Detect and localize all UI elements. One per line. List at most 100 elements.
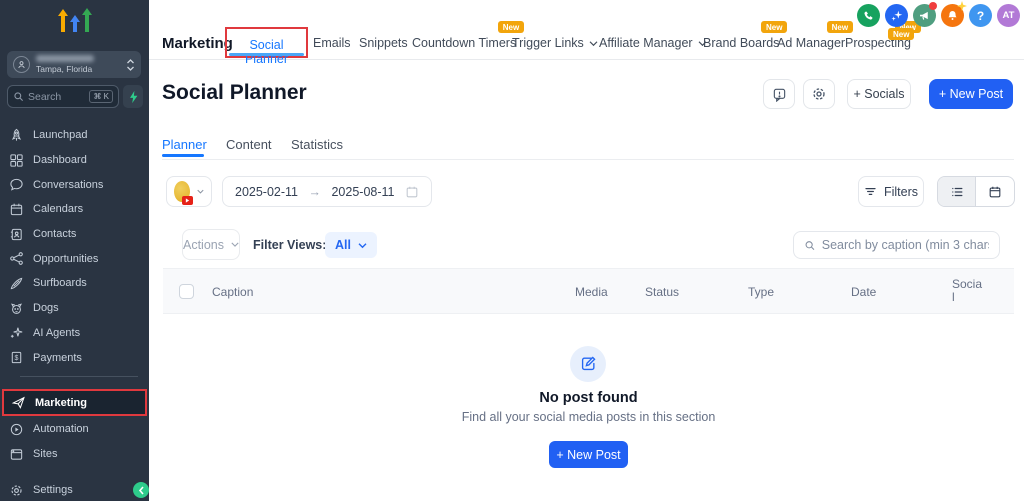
paper-plane-icon xyxy=(11,395,26,410)
location-avatar-icon xyxy=(13,56,30,73)
sparkle-icon xyxy=(9,325,24,340)
column-status: Status xyxy=(645,285,679,299)
megaphone-icon xyxy=(918,9,931,22)
calendar-view-button[interactable] xyxy=(976,177,1014,206)
sidebar-item-settings[interactable]: Settings xyxy=(0,478,149,502)
sidebar-nav: Launchpad Dashboard Conversations Calend… xyxy=(0,123,149,370)
search-icon xyxy=(13,91,24,102)
notifications-button[interactable] xyxy=(941,4,964,27)
account-name-masked xyxy=(36,55,94,62)
sidebar-item-ai-agents[interactable]: AI Agents xyxy=(0,321,149,346)
sidebar-search-input[interactable]: Search ⌘ K xyxy=(7,85,119,108)
list-view-button[interactable] xyxy=(938,177,976,206)
account-selector[interactable]: Tampa, Florida xyxy=(7,51,141,78)
star-badge-icon xyxy=(957,1,967,11)
help-button[interactable]: ? xyxy=(969,4,992,27)
settings-button[interactable] xyxy=(803,79,835,109)
nav-tab-affiliate-manager[interactable]: Affiliate Manager xyxy=(599,36,707,50)
surfboard-icon xyxy=(9,276,24,291)
tab-planner[interactable]: Planner xyxy=(162,137,207,152)
chevron-down-icon xyxy=(358,242,367,249)
nav-tab-countdown-timers[interactable]: Countdown Timers New xyxy=(412,36,516,50)
sidebar-item-sites[interactable]: Sites xyxy=(0,442,149,466)
nav-tab-social-planner-highlight[interactable]: Social Planner xyxy=(225,27,308,58)
chevron-updown-icon xyxy=(126,59,135,71)
list-icon xyxy=(950,185,964,199)
nav-tab-trigger-links[interactable]: Trigger Links xyxy=(512,36,598,50)
sidebar-item-dogs[interactable]: Dogs xyxy=(0,296,149,321)
filter-views-label: Filter Views: xyxy=(253,238,326,252)
search-icon xyxy=(804,239,816,252)
feedback-icon xyxy=(772,87,787,102)
sidebar-item-contacts[interactable]: Contacts xyxy=(0,222,149,247)
tab-statistics[interactable]: Statistics xyxy=(291,137,343,152)
search-shortcut-kbd: ⌘ K xyxy=(89,90,113,103)
sidebar-item-calendars[interactable]: Calendars xyxy=(0,197,149,222)
chevron-left-icon xyxy=(138,486,145,495)
section-title: Marketing xyxy=(162,35,233,52)
calendar-icon xyxy=(405,185,419,199)
ai-assistant-button[interactable]: New xyxy=(885,4,908,27)
nav-tab-social-planner[interactable]: Social Planner xyxy=(227,38,306,66)
sidebar-divider xyxy=(20,376,138,377)
active-tab-underline xyxy=(229,53,304,56)
quick-actions-bolt-button[interactable] xyxy=(123,85,143,108)
sidebar-collapse-button[interactable] xyxy=(133,482,149,498)
date-range-picker[interactable]: 2025-02-11 → 2025-08-11 xyxy=(222,176,432,207)
column-media: Media xyxy=(575,285,608,299)
nav-tab-emails[interactable]: Emails xyxy=(313,36,351,50)
opportunities-icon xyxy=(9,251,24,266)
launchpad-icon xyxy=(9,128,24,143)
caption-search-input[interactable] xyxy=(822,238,989,252)
sidebar-item-automation[interactable]: Automation xyxy=(0,417,149,441)
nav-tab-brand-boards[interactable]: Brand Boards New xyxy=(703,36,779,50)
new-post-button[interactable]: + New Post xyxy=(929,79,1013,109)
chat-bubble-icon xyxy=(9,177,24,192)
gohighlevel-logo-icon xyxy=(58,8,94,32)
actions-dropdown[interactable]: Actions xyxy=(182,229,240,260)
caption-search[interactable] xyxy=(793,231,1000,259)
new-badge: New xyxy=(888,28,914,40)
sidebar-search-placeholder: Search xyxy=(28,91,61,103)
payments-icon: $ xyxy=(9,350,24,365)
add-socials-button[interactable]: + Socials xyxy=(847,79,911,109)
phone-button[interactable] xyxy=(857,4,880,27)
chevron-down-icon xyxy=(589,40,598,47)
bolt-icon xyxy=(128,90,139,104)
announcements-button[interactable] xyxy=(913,4,936,27)
sidebar-item-launchpad[interactable]: Launchpad xyxy=(0,123,149,148)
column-type: Type xyxy=(748,285,774,299)
filter-views-dropdown[interactable]: All xyxy=(325,232,377,258)
sidebar-item-opportunities[interactable]: Opportunities xyxy=(0,246,149,271)
empty-state-icon-circle xyxy=(570,346,606,382)
social-account-select[interactable] xyxy=(166,176,212,207)
nav-tab-ad-manager[interactable]: Ad Manager New xyxy=(777,36,845,50)
column-date: Date xyxy=(851,285,876,299)
notification-dot xyxy=(929,2,937,10)
sidebar-item-conversations[interactable]: Conversations xyxy=(0,172,149,197)
youtube-badge-icon xyxy=(182,196,193,205)
sidebar-item-surfboards[interactable]: Surfboards xyxy=(0,271,149,296)
gear-icon xyxy=(9,483,24,498)
avatar[interactable]: AT xyxy=(997,4,1020,27)
tab-content[interactable]: Content xyxy=(226,137,272,152)
compose-post-icon xyxy=(579,355,597,373)
empty-state-title: No post found xyxy=(163,390,1014,406)
feedback-button[interactable] xyxy=(763,79,795,109)
sites-icon xyxy=(9,447,24,462)
phone-icon xyxy=(862,9,875,22)
sidebar-item-marketing[interactable]: Marketing xyxy=(2,389,147,416)
filters-button[interactable]: Filters xyxy=(858,176,924,207)
nav-tab-snippets[interactable]: Snippets xyxy=(359,36,408,50)
view-toggle xyxy=(937,176,1015,207)
empty-state-new-post-button[interactable]: + New Post xyxy=(549,441,628,468)
sidebar: Tampa, Florida Search ⌘ K Launchpad Dash… xyxy=(0,0,149,501)
calendar-icon xyxy=(988,185,1002,199)
new-badge: New xyxy=(827,21,853,33)
sidebar-item-payments[interactable]: $ Payments xyxy=(0,345,149,370)
posts-table-header: Caption Media Status Type Date Social xyxy=(163,268,1014,314)
avatar-initials: AT xyxy=(1003,10,1015,21)
select-all-checkbox[interactable] xyxy=(179,284,194,299)
sidebar-item-dashboard[interactable]: Dashboard xyxy=(0,148,149,173)
new-badge: New xyxy=(498,21,524,33)
